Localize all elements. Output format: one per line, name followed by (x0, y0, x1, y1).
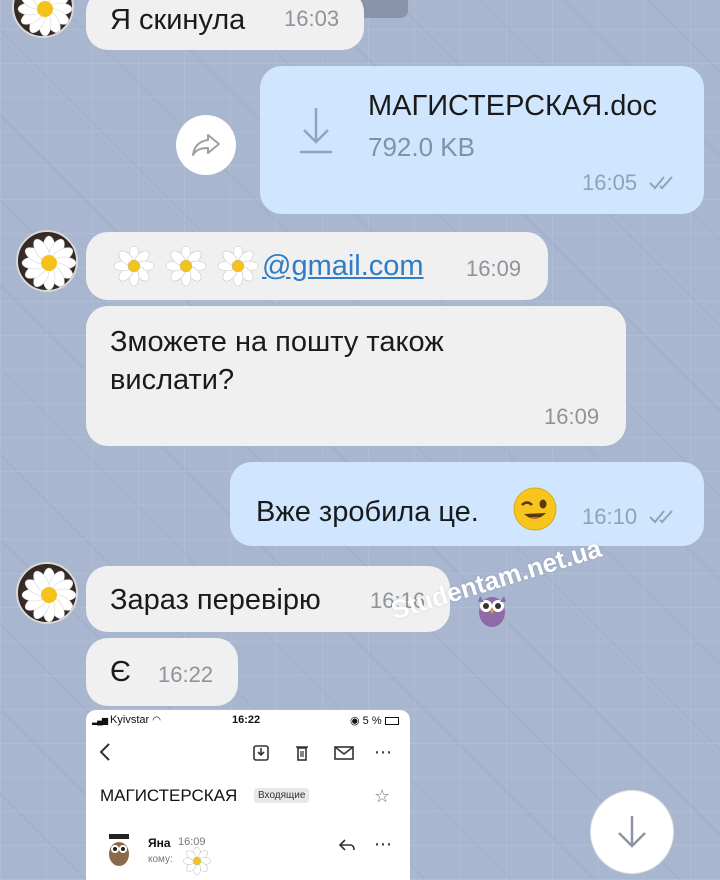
arrow-down-icon (618, 816, 646, 848)
message-bubble-incoming[interactable]: Є 16:22 (86, 638, 238, 706)
daisy-avatar[interactable] (16, 562, 78, 624)
redaction-daisies (110, 242, 260, 290)
message-bubble-incoming[interactable]: Зможете на пошту також вислати? 16:09 (86, 306, 626, 446)
double-check-icon (649, 176, 673, 190)
daisy-icon (17, 0, 72, 36)
daisy-avatar[interactable] (12, 0, 74, 38)
file-name: МАГИСТЕРСКАЯ.doc (368, 90, 658, 122)
back-icon[interactable] (98, 742, 112, 762)
wink-emoji-icon (513, 487, 557, 531)
preview-to-label: кому: (148, 854, 173, 865)
download-icon[interactable] (296, 104, 336, 156)
daisy-icon (182, 846, 212, 876)
mail-icon[interactable] (334, 746, 354, 760)
message-text-line2: вислати? (110, 364, 235, 396)
image-message-screenshot[interactable]: ▂▄▆ Kyivstar ◠ 16:22 ◉ 5 % ⋯ МАГИСТЕРСКА… (86, 710, 410, 880)
preview-clock: 16:22 (232, 714, 261, 726)
message-time: 16:09 (544, 404, 600, 429)
message-bubble-incoming[interactable]: Я скинула 16:03 (86, 0, 364, 50)
message-time: 16:09 (466, 256, 522, 281)
file-message-bubble[interactable]: МАГИСТЕРСКАЯ.doc 792.0 KB 16:05 (260, 66, 704, 214)
file-size: 792.0 KB (368, 132, 475, 162)
trash-icon[interactable] (294, 744, 310, 762)
preview-sender: Яна (148, 836, 171, 850)
reply-icon[interactable] (338, 838, 356, 852)
email-link[interactable]: @gmail.com (262, 248, 424, 284)
message-text: Є (110, 656, 131, 688)
archive-icon[interactable] (252, 744, 270, 762)
preview-carrier: ▂▄▆ Kyivstar ◠ (92, 714, 161, 726)
message-time: 16:22 (158, 662, 214, 687)
email-message-bubble[interactable]: @gmail.com 16:09 (86, 232, 548, 300)
message-text: Я скинула (110, 4, 246, 36)
message-text: Зараз перевірю (110, 584, 321, 616)
more-icon[interactable]: ⋯ (374, 742, 392, 763)
more-icon[interactable]: ⋯ (374, 834, 392, 855)
daisy-avatar[interactable] (16, 230, 78, 292)
preview-battery: ◉ 5 % (350, 714, 399, 727)
preview-subject: МАГИСТЕРСКАЯ (100, 786, 238, 805)
daisy-icon (21, 567, 76, 622)
forward-icon (192, 134, 220, 156)
forward-button[interactable] (176, 115, 236, 175)
message-text-line1: Зможете на пошту також (110, 326, 444, 358)
message-time: 16:05 (582, 170, 638, 195)
star-icon[interactable]: ☆ (374, 786, 390, 807)
daisy-icon (21, 235, 76, 290)
message-time: 16:03 (284, 6, 340, 31)
message-text: Вже зробила це. (256, 496, 479, 528)
preview-folder-badge: Входящие (254, 788, 310, 803)
scroll-down-button[interactable] (590, 790, 674, 874)
owl-avatar-icon (109, 834, 129, 866)
